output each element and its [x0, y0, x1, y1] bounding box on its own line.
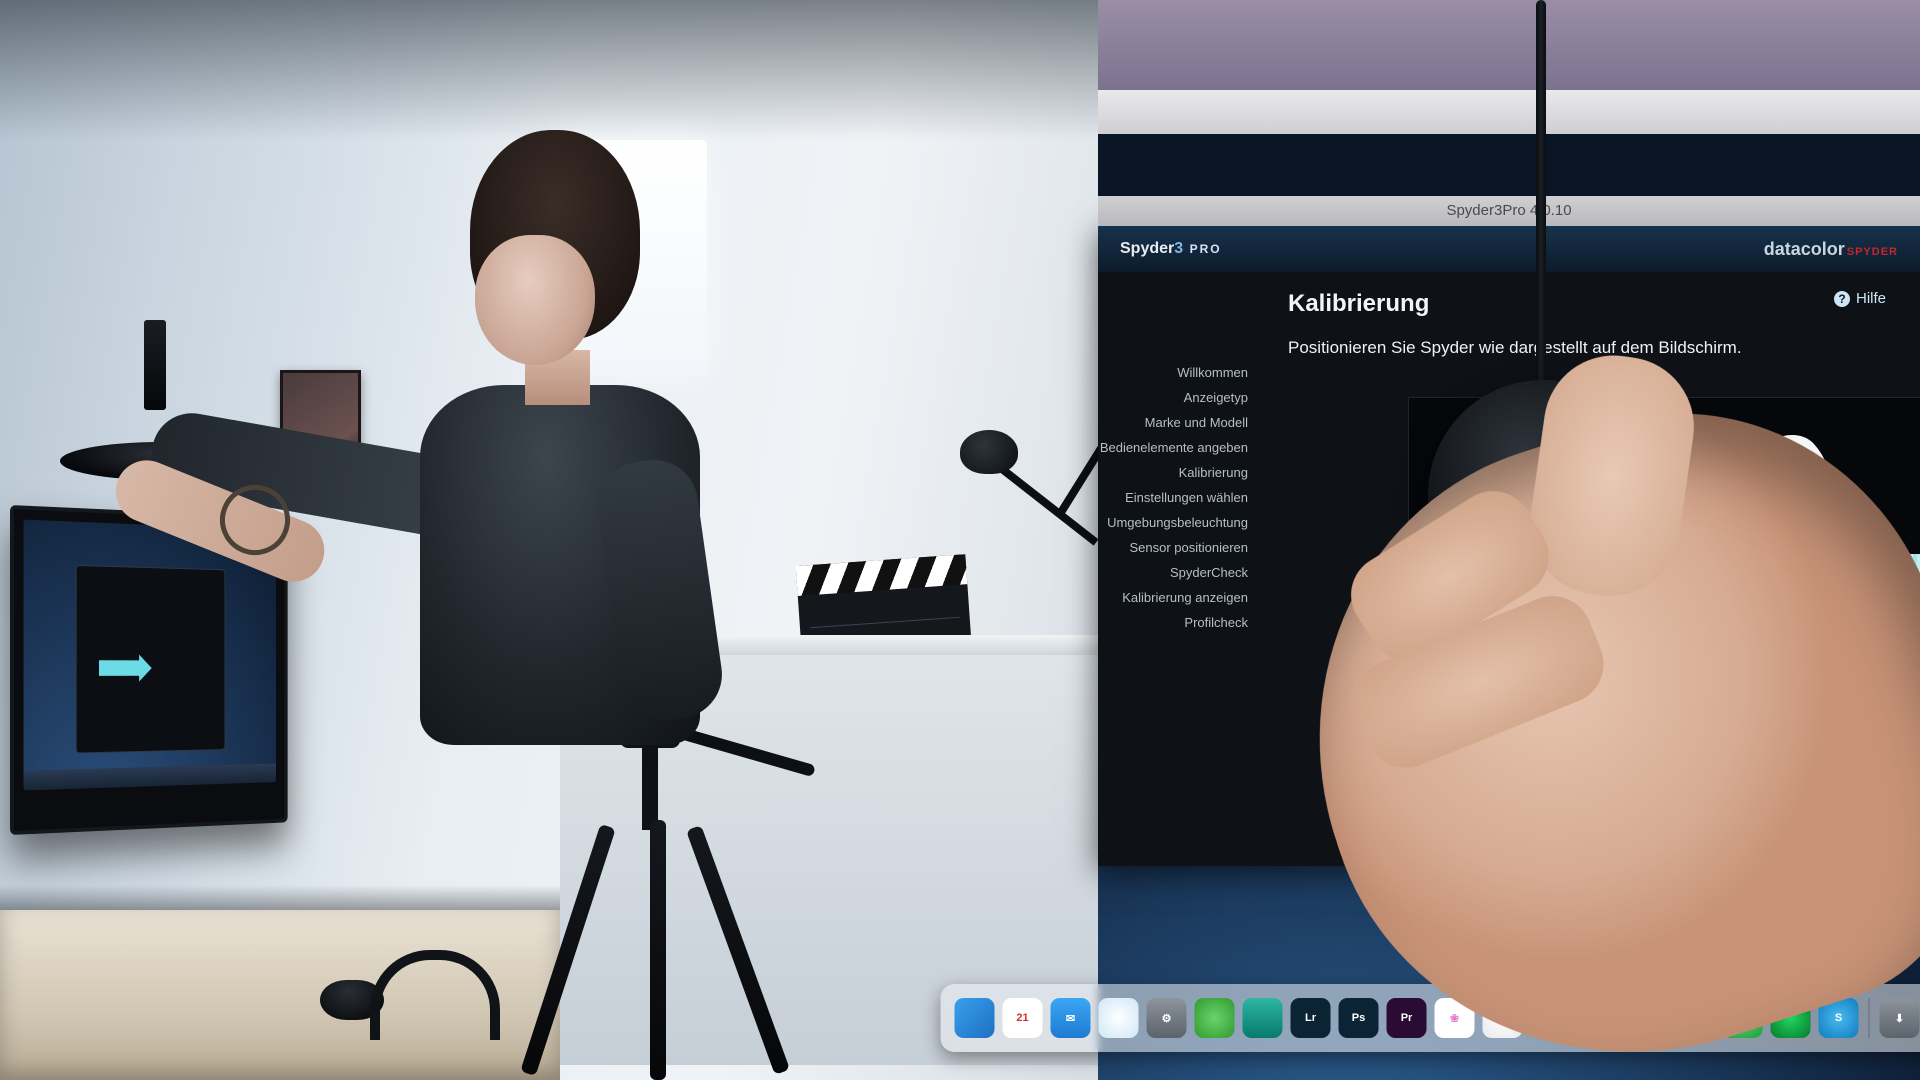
- instruction-text: Positionieren Sie Spyder wie dargestellt…: [1288, 338, 1890, 358]
- safari-icon[interactable]: [1099, 998, 1139, 1038]
- photoshop-icon[interactable]: Ps: [1339, 998, 1379, 1038]
- wizard-step-4[interactable]: Kalibrierung: [1098, 460, 1248, 485]
- wizard-step-7[interactable]: Sensor positionieren: [1098, 535, 1248, 560]
- wizard-step-5[interactable]: Einstellungen wählen: [1098, 485, 1248, 510]
- window-titlebar[interactable]: Spyder3Pro 4.0.10: [1098, 196, 1920, 226]
- app-teal-icon[interactable]: [1243, 998, 1283, 1038]
- studio-photo: [0, 0, 1098, 1080]
- settings-icon[interactable]: ⚙︎: [1147, 998, 1187, 1038]
- macos-menubar[interactable]: [1098, 90, 1920, 134]
- app-green-icon[interactable]: [1195, 998, 1235, 1038]
- screen-closeup: Spyder3Pro 4.0.10 Spyder3 PRO datacolorS…: [1098, 0, 1920, 1080]
- page-title: Kalibrierung: [1288, 290, 1890, 318]
- wizard-step-9[interactable]: Kalibrierung anzeigen: [1098, 585, 1248, 610]
- vendor-logo: datacolorSPYDER: [1764, 239, 1898, 260]
- help-link[interactable]: Hilfe: [1834, 290, 1886, 307]
- app-header: Spyder3 PRO datacolorSPYDER: [1098, 226, 1920, 272]
- monitor-bezel: [1098, 0, 1920, 90]
- calendar-icon[interactable]: 21: [1003, 998, 1043, 1038]
- person-operator: [380, 130, 730, 930]
- brand-prefix: Spyder: [1120, 240, 1174, 257]
- lightroom-icon[interactable]: Lr: [1291, 998, 1331, 1038]
- finder-icon[interactable]: [955, 998, 995, 1038]
- brand-number: 3: [1174, 240, 1183, 257]
- wizard-step-0[interactable]: Willkommen: [1098, 360, 1248, 385]
- brand-suffix: PRO: [1190, 242, 1222, 256]
- wizard-step-2[interactable]: Marke und Modell: [1098, 410, 1248, 435]
- help-label: Hilfe: [1856, 290, 1886, 307]
- vendor-accent: SPYDER: [1847, 246, 1898, 258]
- wizard-step-10[interactable]: Profilcheck: [1098, 610, 1248, 635]
- wizard-step-8[interactable]: SpyderCheck: [1098, 560, 1248, 585]
- mail-icon[interactable]: ✉︎: [1051, 998, 1091, 1038]
- window-title: Spyder3Pro 4.0.10: [1446, 202, 1571, 219]
- brand-logo: Spyder3 PRO: [1120, 240, 1222, 258]
- desk-lamp: [960, 430, 1018, 474]
- downloads-icon[interactable]: ⬇︎: [1880, 998, 1920, 1038]
- wizard-step-1[interactable]: Anzeigetyp: [1098, 385, 1248, 410]
- wizard-step-6[interactable]: Umgebungsbeleuchtung: [1098, 510, 1248, 535]
- vendor-name: datacolor: [1764, 239, 1845, 259]
- wizard-steps-list: WillkommenAnzeigetypMarke und ModellBedi…: [1098, 272, 1258, 866]
- wizard-step-3[interactable]: Bedienelemente angeben: [1098, 435, 1248, 460]
- premiere-icon[interactable]: Pr: [1387, 998, 1427, 1038]
- dock-separator: [1869, 998, 1870, 1038]
